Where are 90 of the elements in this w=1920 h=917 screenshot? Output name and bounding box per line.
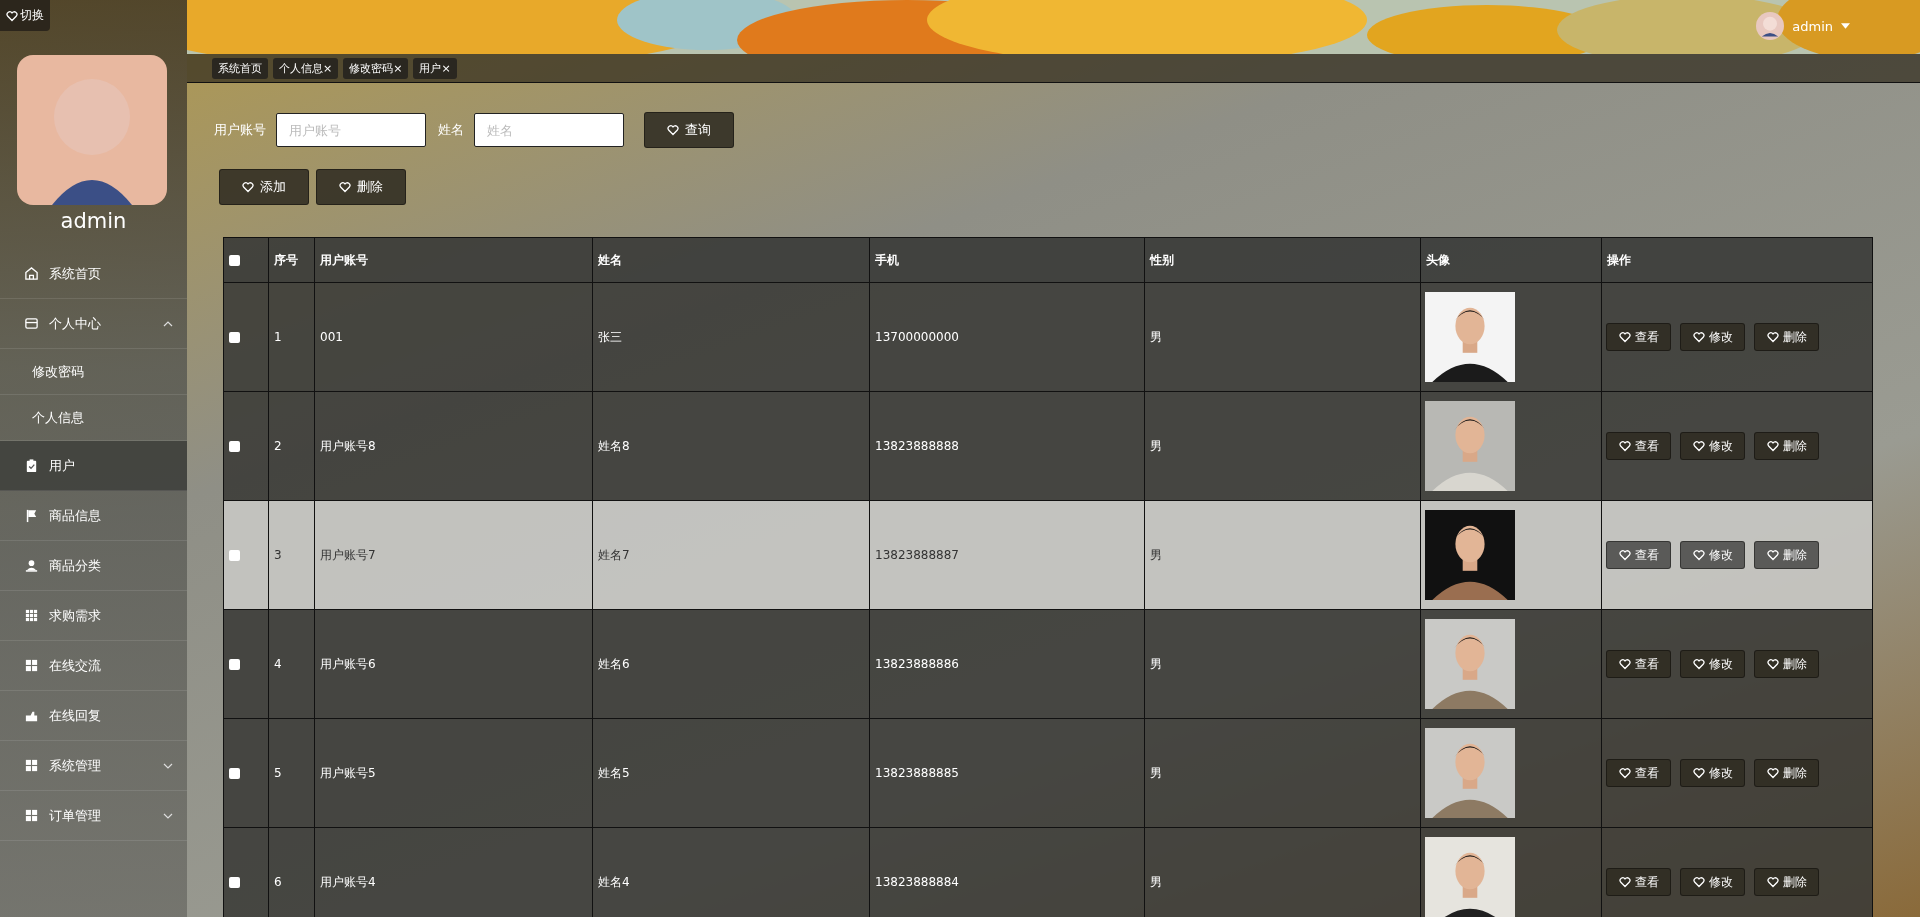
heart-icon [1618, 549, 1631, 561]
menu-item[interactable]: 求购需求 [0, 591, 187, 641]
card-icon [24, 316, 39, 331]
edit-button[interactable]: 修改 [1680, 323, 1745, 351]
table-cell: 姓名4 [593, 828, 870, 917]
search-field[interactable]: 用户账号 [276, 113, 426, 147]
checkbox[interactable] [229, 331, 240, 343]
heart-icon [1766, 658, 1779, 670]
heart-icon [1766, 440, 1779, 452]
user-icon [24, 558, 39, 573]
checkbox[interactable] [229, 658, 240, 670]
heart-icon [242, 181, 254, 193]
delete-button[interactable]: 删除 [316, 169, 406, 205]
view-button[interactable]: 查看 [1606, 759, 1671, 787]
delete-button[interactable]: 删除 [1754, 650, 1819, 678]
search-field[interactable]: 姓名 [474, 113, 624, 147]
heart-icon [1692, 440, 1705, 452]
edit-button[interactable]: 修改 [1680, 759, 1745, 787]
add-button[interactable]: 添加 [219, 169, 309, 205]
heart-icon [1618, 331, 1631, 343]
checkbox[interactable] [229, 876, 240, 888]
heart-icon [1766, 876, 1779, 888]
heart-icon [1618, 767, 1631, 779]
view-button[interactable]: 查看 [1606, 541, 1671, 569]
flag-icon [24, 508, 39, 523]
field-label: 用户账号 [214, 121, 266, 139]
delete-button[interactable]: 删除 [1754, 323, 1819, 351]
submenu-item[interactable]: 修改密码 [0, 349, 187, 395]
clipboard-icon [24, 458, 39, 473]
grid-icon [24, 608, 39, 623]
chevron-down-icon [163, 812, 173, 819]
field-label: 姓名 [438, 121, 464, 139]
table-cell: 6 [269, 828, 315, 917]
menu-item[interactable]: 系统首页 [0, 249, 187, 299]
edit-button[interactable]: 修改 [1680, 541, 1745, 569]
heart-icon [1692, 767, 1705, 779]
heart-icon [1766, 767, 1779, 779]
edit-button[interactable]: 修改 [1680, 432, 1745, 460]
heart-icon [667, 124, 679, 136]
heart-icon [1618, 876, 1631, 888]
delete-button[interactable]: 删除 [1754, 541, 1819, 569]
heart-icon [6, 9, 18, 22]
heart-icon [1618, 658, 1631, 670]
search-button[interactable]: 查询 [644, 112, 734, 148]
grid-icon [24, 808, 39, 823]
heart-icon [339, 181, 351, 193]
menu-item[interactable]: 个人中心 [0, 299, 187, 349]
tab[interactable]: 个人信息× [273, 57, 339, 79]
checkbox[interactable] [229, 440, 240, 452]
chevron-up-icon [163, 320, 173, 327]
delete-button[interactable]: 删除 [1754, 432, 1819, 460]
delete-button[interactable]: 删除 [1754, 868, 1819, 896]
heart-icon [1692, 549, 1705, 561]
grid-icon [24, 758, 39, 773]
grid-icon [24, 658, 39, 673]
menu-item[interactable]: 在线交流 [0, 641, 187, 691]
table-cell: 13823888884 [870, 828, 1145, 917]
heart-icon [1692, 658, 1705, 670]
menu-item[interactable]: 订单管理 [0, 791, 187, 841]
heart-icon [1618, 440, 1631, 452]
user-name: admin [59, 209, 128, 233]
avatar[interactable] [1756, 12, 1785, 40]
delete-button[interactable]: 删除 [1754, 759, 1819, 787]
table-cell: 用户账号4 [315, 828, 593, 917]
edit-button[interactable]: 修改 [1680, 650, 1745, 678]
checkbox[interactable] [229, 767, 240, 779]
heart-icon [1692, 331, 1705, 343]
heart-icon [1766, 549, 1779, 561]
menu-item[interactable]: 系统管理 [0, 741, 187, 791]
home-icon [24, 266, 39, 281]
menu-item[interactable]: 在线回复 [0, 691, 187, 741]
switch-button[interactable]: 切换 [0, 0, 50, 31]
chevron-down-icon [163, 762, 173, 769]
menu-item[interactable]: 用户 [0, 441, 187, 491]
tab[interactable]: 用户× [413, 57, 457, 79]
view-button[interactable]: 查看 [1606, 868, 1671, 896]
caret-icon [1841, 23, 1850, 29]
heart-icon [1692, 876, 1705, 888]
checkbox[interactable] [229, 254, 240, 266]
edit-button[interactable]: 修改 [1680, 868, 1745, 896]
tab[interactable]: 修改密码× [343, 57, 409, 79]
heart-icon [1766, 331, 1779, 343]
menu-item[interactable]: 商品分类 [0, 541, 187, 591]
view-button[interactable]: 查看 [1606, 432, 1671, 460]
view-button[interactable]: 查看 [1606, 650, 1671, 678]
view-button[interactable]: 查看 [1606, 323, 1671, 351]
menu-item[interactable]: 商品信息 [0, 491, 187, 541]
tab[interactable]: 系统首页 [212, 57, 268, 79]
table-cell: 男 [1145, 828, 1421, 917]
checkbox[interactable] [229, 549, 240, 561]
